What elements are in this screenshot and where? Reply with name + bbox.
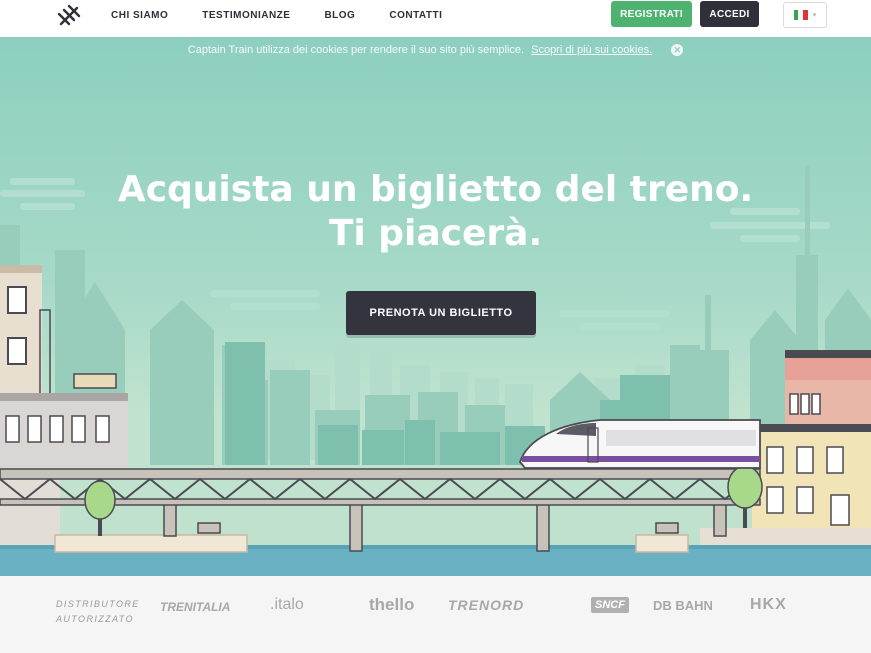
cookie-info-link[interactable]: Scopri di più sui cookies.	[531, 44, 652, 56]
nav-link-testimonianze[interactable]: TESTIMONIANZE	[202, 10, 290, 21]
hkx-logo: HKX	[750, 596, 787, 613]
trenord-logo: TRENORD	[448, 597, 525, 613]
chevron-down-icon: ▾	[812, 11, 817, 19]
italo-logo: .italo	[270, 596, 304, 613]
hero-headline: Acquista un biglietto del treno. Ti piac…	[0, 168, 871, 256]
trenitalia-logo: TRENITALIA	[160, 600, 231, 614]
nav-links: CHI SIAMO TESTIMONIANZE BLOG CONTATTI	[111, 0, 476, 30]
cookie-banner: Captain Train utilizza dei cookies per r…	[0, 44, 871, 57]
headline-line-1: Acquista un biglietto del treno.	[117, 169, 754, 210]
db-bahn-logo: DB BAHN	[653, 598, 713, 613]
language-selector[interactable]: ▾	[783, 2, 827, 28]
thello-logo: thello	[369, 595, 415, 614]
register-button[interactable]: REGISTRATI	[611, 1, 692, 27]
close-icon[interactable]: ✕	[671, 44, 684, 57]
nav-link-contatti[interactable]: CONTATTI	[389, 10, 442, 21]
top-navbar: CHI SIAMO TESTIMONIANZE BLOG CONTATTI RE…	[0, 0, 871, 38]
authorized-distributor-label: DISTRIBUTORE AUTORIZZATO	[56, 599, 140, 624]
hero-section: Captain Train utilizza dei cookies per r…	[0, 37, 871, 576]
partners-strip: DISTRIBUTORE AUTORIZZATO TRENITALIA .ita…	[0, 576, 871, 653]
headline-line-2: Ti piacerà.	[328, 213, 543, 254]
cookie-text: Captain Train utilizza dei cookies per r…	[187, 44, 525, 56]
italy-flag-icon	[793, 10, 808, 20]
login-button[interactable]: ACCEDI	[700, 1, 759, 27]
book-ticket-button[interactable]: PRENOTA UN BIGLIETTO	[346, 291, 536, 335]
nav-link-chi-siamo[interactable]: CHI SIAMO	[111, 10, 168, 21]
nav-link-blog[interactable]: BLOG	[324, 10, 355, 21]
captain-train-logo-icon[interactable]	[56, 3, 82, 29]
sncf-logo: SNCF	[591, 597, 629, 613]
